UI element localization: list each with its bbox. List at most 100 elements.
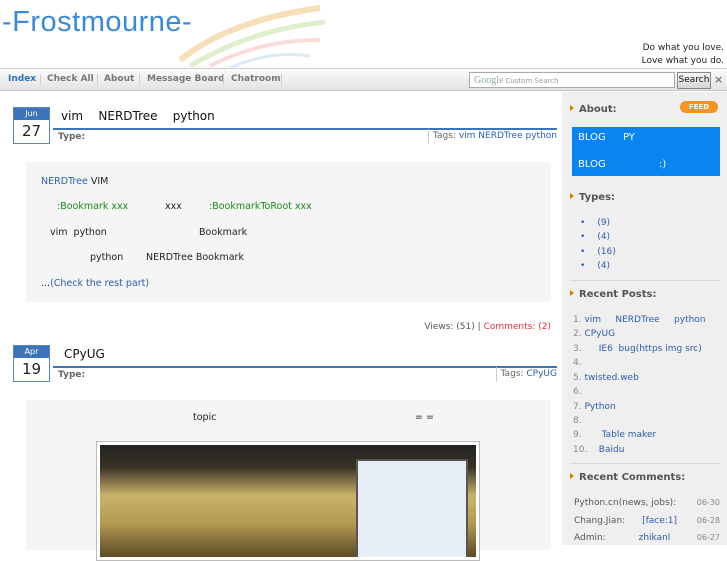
- post-meta: Views: (51) | Comments: (2): [424, 322, 551, 332]
- recent-post-item[interactable]: 1. vim NERDTree python: [573, 315, 706, 325]
- post-title-underline: [53, 366, 557, 368]
- nerdtree-link[interactable]: NERDTree: [41, 176, 88, 187]
- post-day: 27: [21, 122, 42, 140]
- recent-post-link[interactable]: Table maker: [584, 430, 657, 440]
- tag-link[interactable]: CPyUG: [526, 369, 557, 379]
- recent-post-item[interactable]: 6.: [573, 387, 584, 397]
- post-tags: Tags: vim NERDTree python: [427, 129, 557, 144]
- type-count: (16): [597, 247, 616, 257]
- comment-date: 06-28: [696, 516, 720, 525]
- tab-check-all[interactable]: Check All: [47, 74, 94, 84]
- post-number: 1.: [573, 315, 582, 325]
- comment-author: Chang.Jian:: [574, 516, 626, 526]
- bullet: •: [580, 232, 586, 242]
- post-number: 9.: [573, 430, 582, 440]
- recent-comments-heading: Recent Comments:: [570, 472, 685, 483]
- rss-feed-button[interactable]: FEED: [680, 101, 718, 113]
- tab-about[interactable]: About: [104, 74, 134, 84]
- post-number: 10.: [573, 445, 588, 455]
- meta-separator: |: [477, 322, 481, 332]
- body-text: VIM: [87, 176, 109, 187]
- post-photo: [96, 441, 480, 561]
- bullet: •: [580, 247, 586, 257]
- types-heading: Types:: [570, 192, 615, 203]
- nav-divider: [223, 74, 224, 85]
- recent-post-item[interactable]: 7. Python: [573, 402, 616, 412]
- post: Apr 19 CPyUG Type: Tags: CPyUG topic = =: [13, 345, 557, 561]
- type-item[interactable]: • (16): [580, 247, 616, 257]
- type-item[interactable]: • (9): [580, 218, 610, 228]
- body-text: vim python: [50, 227, 107, 238]
- recent-post-link[interactable]: Python: [584, 402, 615, 412]
- body-line: NERDTree VIM: [41, 176, 108, 187]
- read-more-link[interactable]: (Check the rest part): [50, 278, 149, 289]
- recent-post-item[interactable]: 9. Table maker: [573, 430, 656, 440]
- post-number: 8.: [573, 416, 582, 426]
- post-type: Type:: [58, 132, 86, 142]
- recent-post-link[interactable]: Baidu: [590, 445, 625, 455]
- search-input[interactable]: Google Custom Search: [469, 72, 675, 88]
- comment-text[interactable]: zhikanl: [639, 533, 671, 543]
- tab-index[interactable]: Index: [8, 74, 36, 84]
- post-date: Jun 27: [13, 107, 50, 144]
- recent-post-item[interactable]: 5. twisted.web: [573, 373, 639, 383]
- search-button[interactable]: Search: [677, 72, 711, 89]
- about-text: BLOG: [578, 159, 606, 170]
- post: Jun 27 vim NERDTree python Type: Tags: v…: [13, 107, 557, 339]
- bullet: •: [580, 261, 586, 271]
- tag-link[interactable]: python: [526, 131, 557, 141]
- body-text: topic: [193, 412, 217, 423]
- motto-line-1: Do what you love.: [642, 43, 724, 53]
- type-count: (9): [597, 218, 611, 228]
- about-box: BLOG PY BLOG :): [572, 127, 720, 176]
- tab-chatroom[interactable]: Chatroom: [231, 74, 281, 84]
- recent-post-link[interactable]: twisted.web: [584, 373, 638, 383]
- nav-divider: [97, 74, 98, 85]
- recent-post-item[interactable]: 10. Baidu: [573, 445, 624, 455]
- site-logo[interactable]: -Frostmourne-: [2, 6, 192, 39]
- views-count: Views: (51): [424, 322, 475, 332]
- comment-item[interactable]: Chang.Jian: [face:1] 06-28: [574, 516, 720, 526]
- post-number: 5.: [573, 373, 582, 383]
- main-content: Jun 27 vim NERDTree python Type: Tags: v…: [0, 92, 561, 561]
- recent-post-item[interactable]: 3. IE6 bug(https img src): [573, 344, 702, 354]
- post-tags: Tags: CPyUG: [495, 367, 557, 382]
- comments-link[interactable]: Comments: (2): [484, 322, 551, 332]
- post-month: Jun: [14, 108, 49, 120]
- recent-post-link[interactable]: CPyUG: [584, 329, 615, 339]
- post-number: 4.: [573, 358, 582, 368]
- post-title[interactable]: vim NERDTree python: [61, 109, 215, 123]
- tab-message-board[interactable]: Message Board: [147, 74, 225, 84]
- type-item[interactable]: • (4): [580, 261, 610, 271]
- body-text: NERDTree Bookmark: [146, 252, 244, 263]
- nav-divider: [281, 74, 282, 85]
- recent-post-link[interactable]: IE6 bug(https img src): [584, 344, 702, 354]
- recent-post-link[interactable]: vim NERDTree python: [584, 315, 705, 325]
- google-logo: Google: [474, 75, 504, 86]
- tag-link[interactable]: vim: [459, 131, 476, 141]
- post-body: NERDTree VIM :Bookmark xxx xxx :Bookmark…: [26, 162, 551, 302]
- comment-item[interactable]: Admin: zhikanl 06-27: [574, 533, 720, 543]
- recent-post-item[interactable]: 4.: [573, 358, 584, 368]
- recent-post-item[interactable]: 8.: [573, 416, 584, 426]
- ellipsis: ...: [41, 278, 51, 289]
- comment-date: 06-30: [696, 498, 720, 507]
- bullet: •: [580, 218, 586, 228]
- post-body: topic = =: [26, 400, 551, 561]
- close-icon[interactable]: ×: [714, 73, 723, 86]
- tag-link[interactable]: NERDTree: [478, 131, 522, 141]
- comment-item[interactable]: Python.cn(news, jobs): 06-30: [574, 498, 720, 508]
- comment-author: Python.cn(news, jobs):: [574, 498, 677, 508]
- comment-text[interactable]: [face:1]: [642, 516, 677, 526]
- post-day: 19: [21, 360, 42, 378]
- post-title[interactable]: CPyUG: [64, 347, 105, 361]
- body-code: :BookmarkToRoot xxx: [209, 201, 312, 212]
- nav-bar: Index Check All About Message Board Chat…: [0, 68, 727, 91]
- sidebar-divider: [570, 463, 720, 464]
- site-motto: Do what you love. Love what you do.: [642, 42, 724, 68]
- type-item[interactable]: • (4): [580, 232, 610, 242]
- sidebar: About: FEED BLOG PY BLOG :) Types: • (9) …: [562, 92, 727, 545]
- post-type: Type:: [58, 370, 86, 380]
- post-month: Apr: [14, 346, 49, 358]
- recent-post-item[interactable]: 2. CPyUG: [573, 329, 615, 339]
